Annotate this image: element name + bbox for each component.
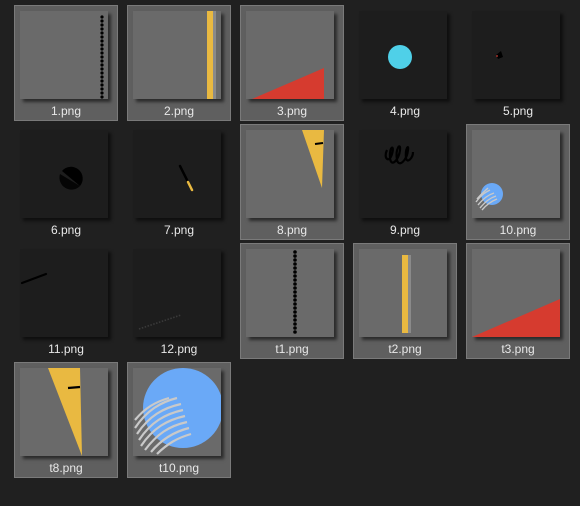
file-name: 2.png: [163, 104, 195, 118]
dotted-vertical-line-icon: [293, 250, 297, 334]
file-name: t1.png: [275, 342, 309, 356]
file-name: 9.png: [389, 223, 421, 237]
file-name: 10.png: [499, 223, 537, 237]
thumbnail: [472, 11, 560, 99]
thumbnail: [359, 249, 447, 337]
file-name: 5.png: [502, 104, 534, 118]
file-name: 3.png: [276, 104, 308, 118]
file-tile-3[interactable]: 3.png: [240, 5, 344, 121]
file-tile-t8[interactable]: t8.png: [14, 362, 118, 478]
thumbnail: [20, 249, 108, 337]
file-tile-t2[interactable]: t2.png: [353, 243, 457, 359]
cyan-circle-icon: [388, 45, 412, 69]
thumbnail: [472, 249, 560, 337]
file-tile-t3[interactable]: t3.png: [466, 243, 570, 359]
thumbnail: [20, 130, 108, 218]
diagonal-stick-icon: [178, 164, 194, 192]
dotted-vertical-line-icon: [100, 15, 104, 99]
thumbnail: [359, 11, 447, 99]
thumbnail: [20, 368, 108, 456]
file-tile-7[interactable]: 7.png: [127, 124, 231, 240]
file-tile-11[interactable]: 11.png: [14, 243, 118, 359]
file-name: t10.png: [158, 461, 200, 475]
diagonal-line-icon: [20, 272, 48, 285]
file-name: 8.png: [276, 223, 308, 237]
thumbnail: [133, 130, 221, 218]
file-tile-6[interactable]: 6.png: [14, 124, 118, 240]
file-tile-t1[interactable]: t1.png: [240, 243, 344, 359]
thumbnail: [133, 249, 221, 337]
thumbnail: [246, 130, 334, 218]
blue-circle-scribble-icon: [475, 183, 503, 211]
blue-circle-scribble-icon: [134, 368, 221, 455]
thumbnail: [246, 11, 334, 99]
file-name: 4.png: [389, 104, 421, 118]
thumbnail: [246, 249, 334, 337]
small-dark-shape-icon: [496, 51, 503, 59]
file-tile-12[interactable]: 12.png: [127, 243, 231, 359]
yellow-vertical-bar-icon: [402, 255, 411, 333]
file-tile-t10[interactable]: t10.png: [127, 362, 231, 478]
thumbnail: [133, 368, 221, 456]
scribble-loops-icon: [384, 145, 415, 165]
file-grid: 1.png 2.png 3.png 4.png 5.png 6.png 7.pn…: [0, 0, 580, 506]
faint-dotted-line-icon: [138, 314, 182, 330]
file-tile-8[interactable]: 8.png: [240, 124, 344, 240]
red-triangle-icon: [472, 299, 560, 337]
yellow-vertical-bar-icon: [207, 11, 216, 99]
red-triangle-icon: [252, 68, 324, 99]
black-half-circle-icon: [59, 166, 83, 190]
file-name: 6.png: [50, 223, 82, 237]
yellow-wedge-icon: [302, 130, 324, 188]
file-name: t3.png: [501, 342, 535, 356]
file-tile-9[interactable]: 9.png: [353, 124, 457, 240]
file-name: 12.png: [160, 342, 198, 356]
file-tile-10[interactable]: 10.png: [466, 124, 570, 240]
file-name: t8.png: [49, 461, 83, 475]
file-tile-2[interactable]: 2.png: [127, 5, 231, 121]
file-name: t2.png: [388, 342, 422, 356]
thumbnail: [359, 130, 447, 218]
file-tile-4[interactable]: 4.png: [353, 5, 457, 121]
thumbnail: [20, 11, 108, 99]
file-name: 1.png: [50, 104, 82, 118]
file-name: 7.png: [163, 223, 195, 237]
yellow-wedge-icon: [48, 368, 82, 456]
file-name: 11.png: [48, 342, 84, 356]
thumbnail: [133, 11, 221, 99]
thumbnail: [472, 130, 560, 218]
file-tile-5[interactable]: 5.png: [466, 5, 570, 121]
file-tile-1[interactable]: 1.png: [14, 5, 118, 121]
